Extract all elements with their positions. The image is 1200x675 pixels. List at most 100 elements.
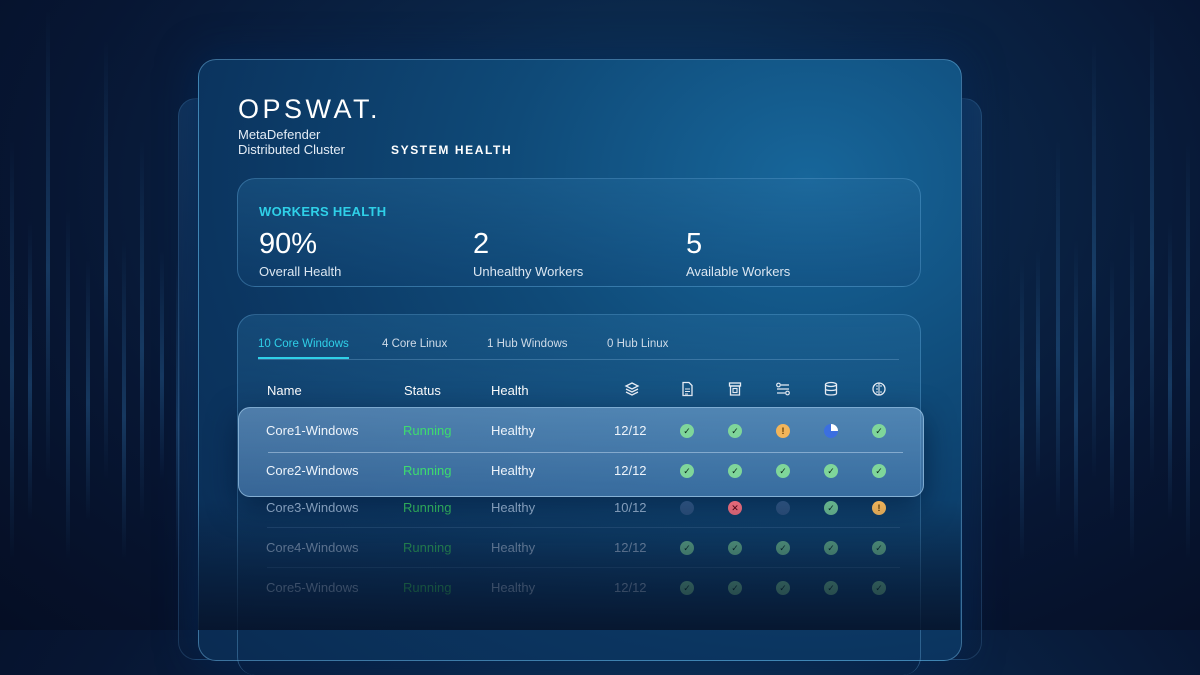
- check-circle-icon: ✓: [824, 581, 838, 595]
- background-bar: [1130, 210, 1134, 560]
- check-circle-icon: ✓: [872, 424, 886, 438]
- table-row[interactable]: Core1-Windows Running Healthy 12/12 ✓ ✓! ✓: [238, 411, 920, 451]
- background-bar: [1036, 250, 1040, 480]
- background-bar: [1110, 260, 1114, 520]
- check-circle-icon: ✓: [776, 541, 790, 555]
- health-status: Healthy: [491, 423, 536, 438]
- worker-name: Core3-Windows: [266, 500, 359, 515]
- check-circle-icon: ✓: [680, 541, 694, 555]
- database-icon: [824, 381, 838, 396]
- table-row[interactable]: Core2-Windows Running Healthy 12/12 ✓ ✓ ✓ ✓ ✓: [238, 451, 920, 491]
- error-circle-icon: ✕: [728, 501, 742, 515]
- check-circle-icon: ✓: [824, 501, 838, 515]
- background-bars-right: [1010, 0, 1200, 630]
- check-circle-icon: ✓: [728, 541, 742, 555]
- metric-value: 90%: [259, 228, 318, 260]
- table-header: Name Status Health: [238, 381, 920, 403]
- worker-name: Core4-Windows: [266, 540, 359, 555]
- check-circle-icon: ✓: [872, 581, 886, 595]
- tab-core-windows[interactable]: 10 Core Windows: [258, 338, 349, 359]
- engine-count: 12/12: [614, 540, 647, 555]
- check-circle-icon: ✓: [728, 424, 742, 438]
- background-bar: [28, 220, 32, 520]
- layers-icon: [624, 382, 640, 396]
- warning-circle-icon: !: [776, 424, 790, 438]
- status-running: Running: [403, 580, 452, 595]
- tab-core-linux[interactable]: 4 Core Linux: [382, 338, 447, 350]
- background-bar: [1056, 140, 1060, 520]
- status-running: Running: [403, 463, 452, 478]
- background-bar: [1186, 140, 1190, 560]
- background-bar: [160, 250, 164, 480]
- workers-health-title: WORKERS HEALTH: [259, 204, 387, 219]
- workflow-icon: [776, 382, 790, 396]
- health-status: Healthy: [491, 500, 536, 515]
- workers-table-body: Core1-Windows Running Healthy 12/12 ✓ ✓! ✓ Core…: [238, 411, 920, 630]
- status-running: Running: [403, 500, 452, 515]
- metric-value: 5: [686, 228, 703, 260]
- workers-health-panel: WORKERS HEALTH 90% Overall Health 2 Unhe…: [237, 178, 921, 287]
- check-circle-icon: ✓: [872, 464, 886, 478]
- table-row[interactable]: Core3-Windows Running Healthy 10/12 ✕ ✓!: [238, 488, 920, 528]
- file-scan-icon: [682, 381, 693, 397]
- background-bar: [86, 260, 90, 520]
- check-circle-icon: ✓: [824, 464, 838, 478]
- worker-type-tabs: 10 Core Windows 4 Core Linux 1 Hub Windo…: [258, 335, 899, 360]
- metric-unhealthy-workers: 2 Unhealthy Workers: [473, 227, 583, 279]
- check-circle-icon: ✓: [776, 581, 790, 595]
- background-bar: [1092, 40, 1096, 480]
- metric-label: Unhealthy Workers: [473, 264, 584, 279]
- metric-label: Overall Health: [259, 264, 342, 279]
- tab-hub-windows[interactable]: 1 Hub Windows: [487, 338, 568, 350]
- check-circle-icon: ✓: [776, 464, 790, 478]
- background-bar: [1020, 260, 1024, 560]
- inactive-circle-icon: [776, 501, 790, 515]
- background-bar: [1150, 10, 1154, 480]
- worker-name: Core2-Windows: [266, 463, 359, 478]
- health-status: Healthy: [491, 463, 536, 478]
- metric-label: Available Workers: [686, 264, 791, 279]
- product-name-line2: Distributed Cluster: [238, 142, 345, 157]
- background-bar: [1168, 220, 1172, 520]
- check-circle-icon: ✓: [680, 464, 694, 478]
- check-circle-icon: ✓: [680, 424, 694, 438]
- table-row[interactable]: Core4-Windows Running Healthy 12/12 ✓ ✓ ✓ ✓ ✓: [238, 528, 920, 568]
- background-bar: [66, 210, 70, 560]
- engine-count: 12/12: [614, 463, 647, 478]
- background-bar: [140, 140, 144, 520]
- background-bar: [1074, 240, 1078, 560]
- engine-icon: [872, 382, 886, 396]
- health-status: Healthy: [491, 580, 536, 595]
- worker-name: Core1-Windows: [266, 423, 359, 438]
- check-circle-icon: ✓: [680, 581, 694, 595]
- status-running: Running: [403, 423, 452, 438]
- warning-circle-icon: !: [872, 501, 886, 515]
- column-header-name[interactable]: Name: [267, 383, 302, 398]
- product-name: MetaDefender Distributed Cluster: [238, 127, 345, 157]
- metric-available-workers: 5 Available Workers: [686, 227, 790, 279]
- check-circle-icon: ✓: [824, 541, 838, 555]
- table-row[interactable]: Core5-Windows Running Healthy 12/12 ✓ ✓ ✓ ✓ ✓: [238, 568, 920, 608]
- check-circle-icon: ✓: [728, 464, 742, 478]
- metric-value: 2: [473, 228, 490, 260]
- column-header-health[interactable]: Health: [491, 383, 529, 398]
- metric-overall-health: 90% Overall Health: [259, 227, 341, 279]
- check-circle-icon: ✓: [872, 541, 886, 555]
- background-bar: [122, 240, 126, 560]
- engine-count: 12/12: [614, 423, 647, 438]
- check-circle-icon: ✓: [728, 581, 742, 595]
- health-status: Healthy: [491, 540, 536, 555]
- worker-name: Core5-Windows: [266, 580, 359, 595]
- engine-count: 10/12: [614, 500, 647, 515]
- opswat-logo: OPSWAT.: [238, 94, 382, 124]
- page-title: SYSTEM HEALTH: [391, 143, 513, 157]
- background-bar: [10, 140, 14, 560]
- engine-count: 12/12: [614, 580, 647, 595]
- column-header-status[interactable]: Status: [404, 383, 441, 398]
- background-bar: [104, 40, 108, 480]
- tab-hub-linux[interactable]: 0 Hub Linux: [607, 338, 668, 350]
- background-bar: [46, 10, 50, 480]
- product-name-line1: MetaDefender: [238, 127, 321, 142]
- background-bars-left: [0, 0, 190, 630]
- archive-icon: [728, 382, 742, 396]
